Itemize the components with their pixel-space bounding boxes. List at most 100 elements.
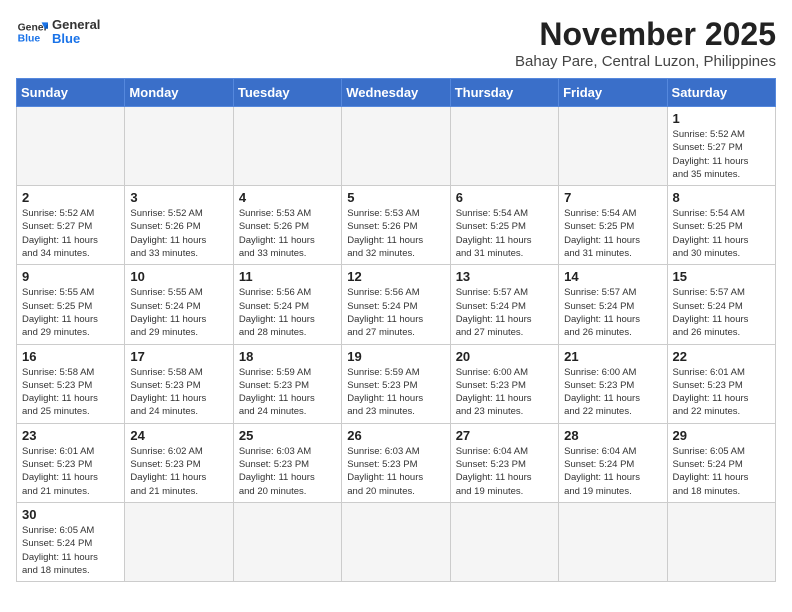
week-row-5: 30 Sunrise: 6:05 AM Sunset: 5:24 PM Dayli… <box>17 502 776 581</box>
day-number: 10 <box>130 269 227 284</box>
day-number: 15 <box>673 269 770 284</box>
day-cell: 12 Sunrise: 5:56 AM Sunset: 5:24 PM Dayli… <box>342 265 450 344</box>
day-info: Sunrise: 5:56 AM Sunset: 5:24 PM Dayligh… <box>239 286 336 339</box>
day-info: Sunrise: 5:52 AM Sunset: 5:26 PM Dayligh… <box>130 207 227 260</box>
day-info: Sunrise: 6:02 AM Sunset: 5:23 PM Dayligh… <box>130 445 227 498</box>
day-info: Sunrise: 6:01 AM Sunset: 5:23 PM Dayligh… <box>22 445 119 498</box>
day-number: 2 <box>22 190 119 205</box>
day-number: 7 <box>564 190 661 205</box>
day-cell: 10 Sunrise: 5:55 AM Sunset: 5:24 PM Dayli… <box>125 265 233 344</box>
day-info: Sunrise: 5:58 AM Sunset: 5:23 PM Dayligh… <box>22 366 119 419</box>
day-cell: 3Sunrise: 5:52 AM Sunset: 5:26 PM Daylig… <box>125 186 233 265</box>
day-info: Sunrise: 5:59 AM Sunset: 5:23 PM Dayligh… <box>239 366 336 419</box>
day-number: 24 <box>130 428 227 443</box>
weekday-header-monday: Monday <box>125 79 233 107</box>
week-row-4: 23Sunrise: 6:01 AM Sunset: 5:23 PM Dayli… <box>17 423 776 502</box>
week-row-0: 1Sunrise: 5:52 AM Sunset: 5:27 PM Daylig… <box>17 107 776 186</box>
day-cell: 29Sunrise: 6:05 AM Sunset: 5:24 PM Dayli… <box>667 423 775 502</box>
day-info: Sunrise: 5:54 AM Sunset: 5:25 PM Dayligh… <box>456 207 553 260</box>
day-cell: 6 Sunrise: 5:54 AM Sunset: 5:25 PM Daylig… <box>450 186 558 265</box>
day-number: 17 <box>130 349 227 364</box>
day-number: 20 <box>456 349 553 364</box>
weekday-header-saturday: Saturday <box>667 79 775 107</box>
week-row-1: 2 Sunrise: 5:52 AM Sunset: 5:27 PM Daylig… <box>17 186 776 265</box>
day-number: 26 <box>347 428 444 443</box>
day-cell: 28 Sunrise: 6:04 AM Sunset: 5:24 PM Dayli… <box>559 423 667 502</box>
day-cell: 9Sunrise: 5:55 AM Sunset: 5:25 PM Daylig… <box>17 265 125 344</box>
page-header: General Blue General Blue November 2025 … <box>16 16 776 70</box>
day-cell: 21Sunrise: 6:00 AM Sunset: 5:23 PM Dayli… <box>559 344 667 423</box>
day-cell <box>450 107 558 186</box>
day-number: 28 <box>564 428 661 443</box>
day-cell <box>125 107 233 186</box>
day-number: 13 <box>456 269 553 284</box>
day-number: 27 <box>456 428 553 443</box>
logo: General Blue General Blue <box>16 16 100 48</box>
day-number: 18 <box>239 349 336 364</box>
day-number: 5 <box>347 190 444 205</box>
weekday-header-friday: Friday <box>559 79 667 107</box>
day-number: 25 <box>239 428 336 443</box>
logo-icon: General Blue <box>16 16 48 48</box>
day-info: Sunrise: 6:04 AM Sunset: 5:24 PM Dayligh… <box>564 445 661 498</box>
logo-general: General <box>52 18 100 32</box>
day-number: 19 <box>347 349 444 364</box>
weekday-header-tuesday: Tuesday <box>233 79 341 107</box>
day-info: Sunrise: 5:52 AM Sunset: 5:27 PM Dayligh… <box>22 207 119 260</box>
day-cell: 17Sunrise: 5:58 AM Sunset: 5:23 PM Dayli… <box>125 344 233 423</box>
day-cell <box>342 502 450 581</box>
day-cell: 20 Sunrise: 6:00 AM Sunset: 5:23 PM Dayli… <box>450 344 558 423</box>
day-number: 11 <box>239 269 336 284</box>
day-cell: 4Sunrise: 5:53 AM Sunset: 5:26 PM Daylig… <box>233 186 341 265</box>
day-cell: 15Sunrise: 5:57 AM Sunset: 5:24 PM Dayli… <box>667 265 775 344</box>
day-cell: 18 Sunrise: 5:59 AM Sunset: 5:23 PM Dayli… <box>233 344 341 423</box>
day-cell <box>667 502 775 581</box>
day-info: Sunrise: 6:04 AM Sunset: 5:23 PM Dayligh… <box>456 445 553 498</box>
day-info: Sunrise: 5:57 AM Sunset: 5:24 PM Dayligh… <box>456 286 553 339</box>
day-cell <box>17 107 125 186</box>
day-cell <box>233 502 341 581</box>
day-cell: 2 Sunrise: 5:52 AM Sunset: 5:27 PM Daylig… <box>17 186 125 265</box>
month-title: November 2025 <box>515 16 776 53</box>
day-cell: 16Sunrise: 5:58 AM Sunset: 5:23 PM Dayli… <box>17 344 125 423</box>
day-info: Sunrise: 6:05 AM Sunset: 5:24 PM Dayligh… <box>673 445 770 498</box>
day-cell <box>125 502 233 581</box>
day-cell: 19 Sunrise: 5:59 AM Sunset: 5:23 PM Dayli… <box>342 344 450 423</box>
day-info: Sunrise: 6:05 AM Sunset: 5:24 PM Dayligh… <box>22 524 119 577</box>
location-title: Bahay Pare, Central Luzon, Philippines <box>515 53 776 70</box>
day-cell: 7 Sunrise: 5:54 AM Sunset: 5:25 PM Daylig… <box>559 186 667 265</box>
day-number: 8 <box>673 190 770 205</box>
day-info: Sunrise: 5:54 AM Sunset: 5:25 PM Dayligh… <box>673 207 770 260</box>
day-info: Sunrise: 5:56 AM Sunset: 5:24 PM Dayligh… <box>347 286 444 339</box>
day-cell: 26Sunrise: 6:03 AM Sunset: 5:23 PM Dayli… <box>342 423 450 502</box>
day-cell: 30 Sunrise: 6:05 AM Sunset: 5:24 PM Dayli… <box>17 502 125 581</box>
day-info: Sunrise: 5:54 AM Sunset: 5:25 PM Dayligh… <box>564 207 661 260</box>
day-info: Sunrise: 6:00 AM Sunset: 5:23 PM Dayligh… <box>564 366 661 419</box>
day-cell <box>342 107 450 186</box>
weekday-header-wednesday: Wednesday <box>342 79 450 107</box>
day-cell: 11 Sunrise: 5:56 AM Sunset: 5:24 PM Dayli… <box>233 265 341 344</box>
day-number: 9 <box>22 269 119 284</box>
day-number: 6 <box>456 190 553 205</box>
day-cell: 13 Sunrise: 5:57 AM Sunset: 5:24 PM Dayli… <box>450 265 558 344</box>
weekday-header-thursday: Thursday <box>450 79 558 107</box>
day-info: Sunrise: 5:57 AM Sunset: 5:24 PM Dayligh… <box>564 286 661 339</box>
day-info: Sunrise: 5:53 AM Sunset: 5:26 PM Dayligh… <box>347 207 444 260</box>
logo-blue: Blue <box>52 32 100 46</box>
title-area: November 2025 Bahay Pare, Central Luzon,… <box>515 16 776 70</box>
weekday-header-row: SundayMondayTuesdayWednesdayThursdayFrid… <box>17 79 776 107</box>
day-cell: 27 Sunrise: 6:04 AM Sunset: 5:23 PM Dayli… <box>450 423 558 502</box>
day-info: Sunrise: 5:59 AM Sunset: 5:23 PM Dayligh… <box>347 366 444 419</box>
day-cell <box>559 107 667 186</box>
day-cell: 25 Sunrise: 6:03 AM Sunset: 5:23 PM Dayli… <box>233 423 341 502</box>
day-number: 30 <box>22 507 119 522</box>
day-info: Sunrise: 5:53 AM Sunset: 5:26 PM Dayligh… <box>239 207 336 260</box>
svg-text:Blue: Blue <box>18 34 41 45</box>
week-row-2: 9Sunrise: 5:55 AM Sunset: 5:25 PM Daylig… <box>17 265 776 344</box>
day-info: Sunrise: 6:00 AM Sunset: 5:23 PM Dayligh… <box>456 366 553 419</box>
day-info: Sunrise: 6:03 AM Sunset: 5:23 PM Dayligh… <box>239 445 336 498</box>
day-number: 12 <box>347 269 444 284</box>
day-cell: 8 Sunrise: 5:54 AM Sunset: 5:25 PM Daylig… <box>667 186 775 265</box>
day-info: Sunrise: 5:55 AM Sunset: 5:24 PM Dayligh… <box>130 286 227 339</box>
weekday-header-sunday: Sunday <box>17 79 125 107</box>
